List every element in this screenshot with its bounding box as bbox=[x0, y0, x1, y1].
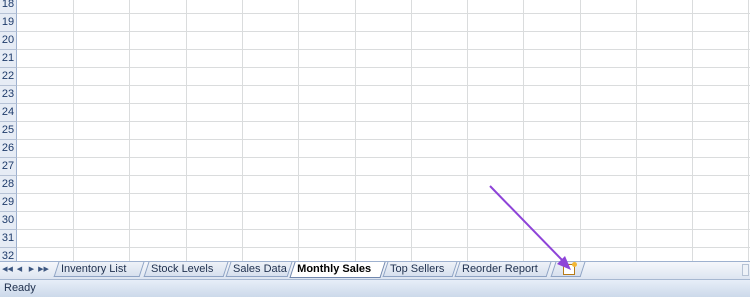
row-header[interactable]: 28 bbox=[0, 176, 17, 194]
column-gridline bbox=[636, 0, 637, 261]
column-gridline bbox=[298, 0, 299, 261]
row-header[interactable]: 19 bbox=[0, 14, 17, 32]
row-header[interactable]: 26 bbox=[0, 140, 17, 158]
row-header[interactable]: 22 bbox=[0, 68, 17, 86]
row-gridline bbox=[17, 211, 750, 212]
row-header[interactable]: 20 bbox=[0, 32, 17, 50]
first-sheet-icon[interactable]: ◀◀ bbox=[2, 264, 13, 276]
next-sheet-icon[interactable]: ▶ bbox=[26, 264, 37, 276]
column-gridline bbox=[355, 0, 356, 261]
row-gridline bbox=[17, 247, 750, 248]
insert-worksheet-icon bbox=[563, 264, 575, 275]
column-gridline bbox=[580, 0, 581, 261]
row-gridline bbox=[17, 229, 750, 230]
column-gridline bbox=[242, 0, 243, 261]
sheet-tab-label: Sales Data bbox=[233, 263, 287, 275]
sheet-tab-stock-levels[interactable]: Stock Levels bbox=[143, 262, 229, 277]
sheet-tab-label: Inventory List bbox=[61, 263, 127, 275]
sheet-tab-monthly-sales[interactable]: Monthly Sales bbox=[289, 262, 386, 278]
column-gridline bbox=[129, 0, 130, 261]
row-gridline bbox=[17, 67, 750, 68]
row-header[interactable]: 29 bbox=[0, 194, 17, 212]
row-gridline bbox=[17, 13, 750, 14]
row-header[interactable]: 18 bbox=[0, 0, 17, 14]
row-header[interactable]: 27 bbox=[0, 158, 17, 176]
sheet-tab-bar: ◀◀ ◀ ▶ ▶▶ Inventory List Stock Levels Sale… bbox=[0, 261, 750, 279]
column-gridline bbox=[467, 0, 468, 261]
column-gridline bbox=[186, 0, 187, 261]
sheet-tab-label: Reorder Report bbox=[462, 263, 538, 275]
sheet-tab-reorder-report[interactable]: Reorder Report bbox=[454, 262, 552, 277]
row-gridline bbox=[17, 103, 750, 104]
row-header[interactable]: 21 bbox=[0, 50, 17, 68]
last-sheet-icon[interactable]: ▶▶ bbox=[38, 264, 49, 276]
column-gridline bbox=[523, 0, 524, 261]
row-gridline bbox=[17, 31, 750, 32]
row-header[interactable]: 31 bbox=[0, 230, 17, 248]
row-header[interactable]: 24 bbox=[0, 104, 17, 122]
sheet-tab-label: Top Sellers bbox=[390, 263, 445, 275]
worksheet-grid[interactable]: 18 19 20 21 22 23 24 25 26 27 28 29 30 31 32 bbox=[0, 0, 750, 266]
row-gridline bbox=[17, 193, 750, 194]
row-gridline bbox=[17, 139, 750, 140]
row-header[interactable]: 25 bbox=[0, 122, 17, 140]
column-gridline bbox=[692, 0, 693, 261]
prev-sheet-icon[interactable]: ◀ bbox=[14, 264, 25, 276]
row-header[interactable]: 30 bbox=[0, 212, 17, 230]
row-gridline bbox=[17, 85, 750, 86]
column-gridline bbox=[73, 0, 74, 261]
insert-worksheet-button[interactable] bbox=[550, 262, 586, 277]
column-gridline bbox=[411, 0, 412, 261]
row-gridline bbox=[17, 121, 750, 122]
row-gridline bbox=[17, 49, 750, 50]
sheet-tab-top-sellers[interactable]: Top Sellers bbox=[382, 262, 458, 277]
sheet-tab-label: Stock Levels bbox=[151, 263, 214, 275]
row-gridline bbox=[17, 157, 750, 158]
status-text: Ready bbox=[4, 282, 36, 294]
horizontal-scrollbar[interactable] bbox=[742, 264, 749, 276]
row-header[interactable]: 23 bbox=[0, 86, 17, 104]
status-bar: Ready bbox=[0, 279, 750, 297]
sheet-tab-inventory-list[interactable]: Inventory List bbox=[53, 262, 145, 277]
sheet-tab-sales-data[interactable]: Sales Data bbox=[225, 262, 293, 277]
sheet-tab-label: Monthly Sales bbox=[297, 263, 372, 275]
column-gridline bbox=[748, 0, 749, 261]
row-gridline bbox=[17, 175, 750, 176]
